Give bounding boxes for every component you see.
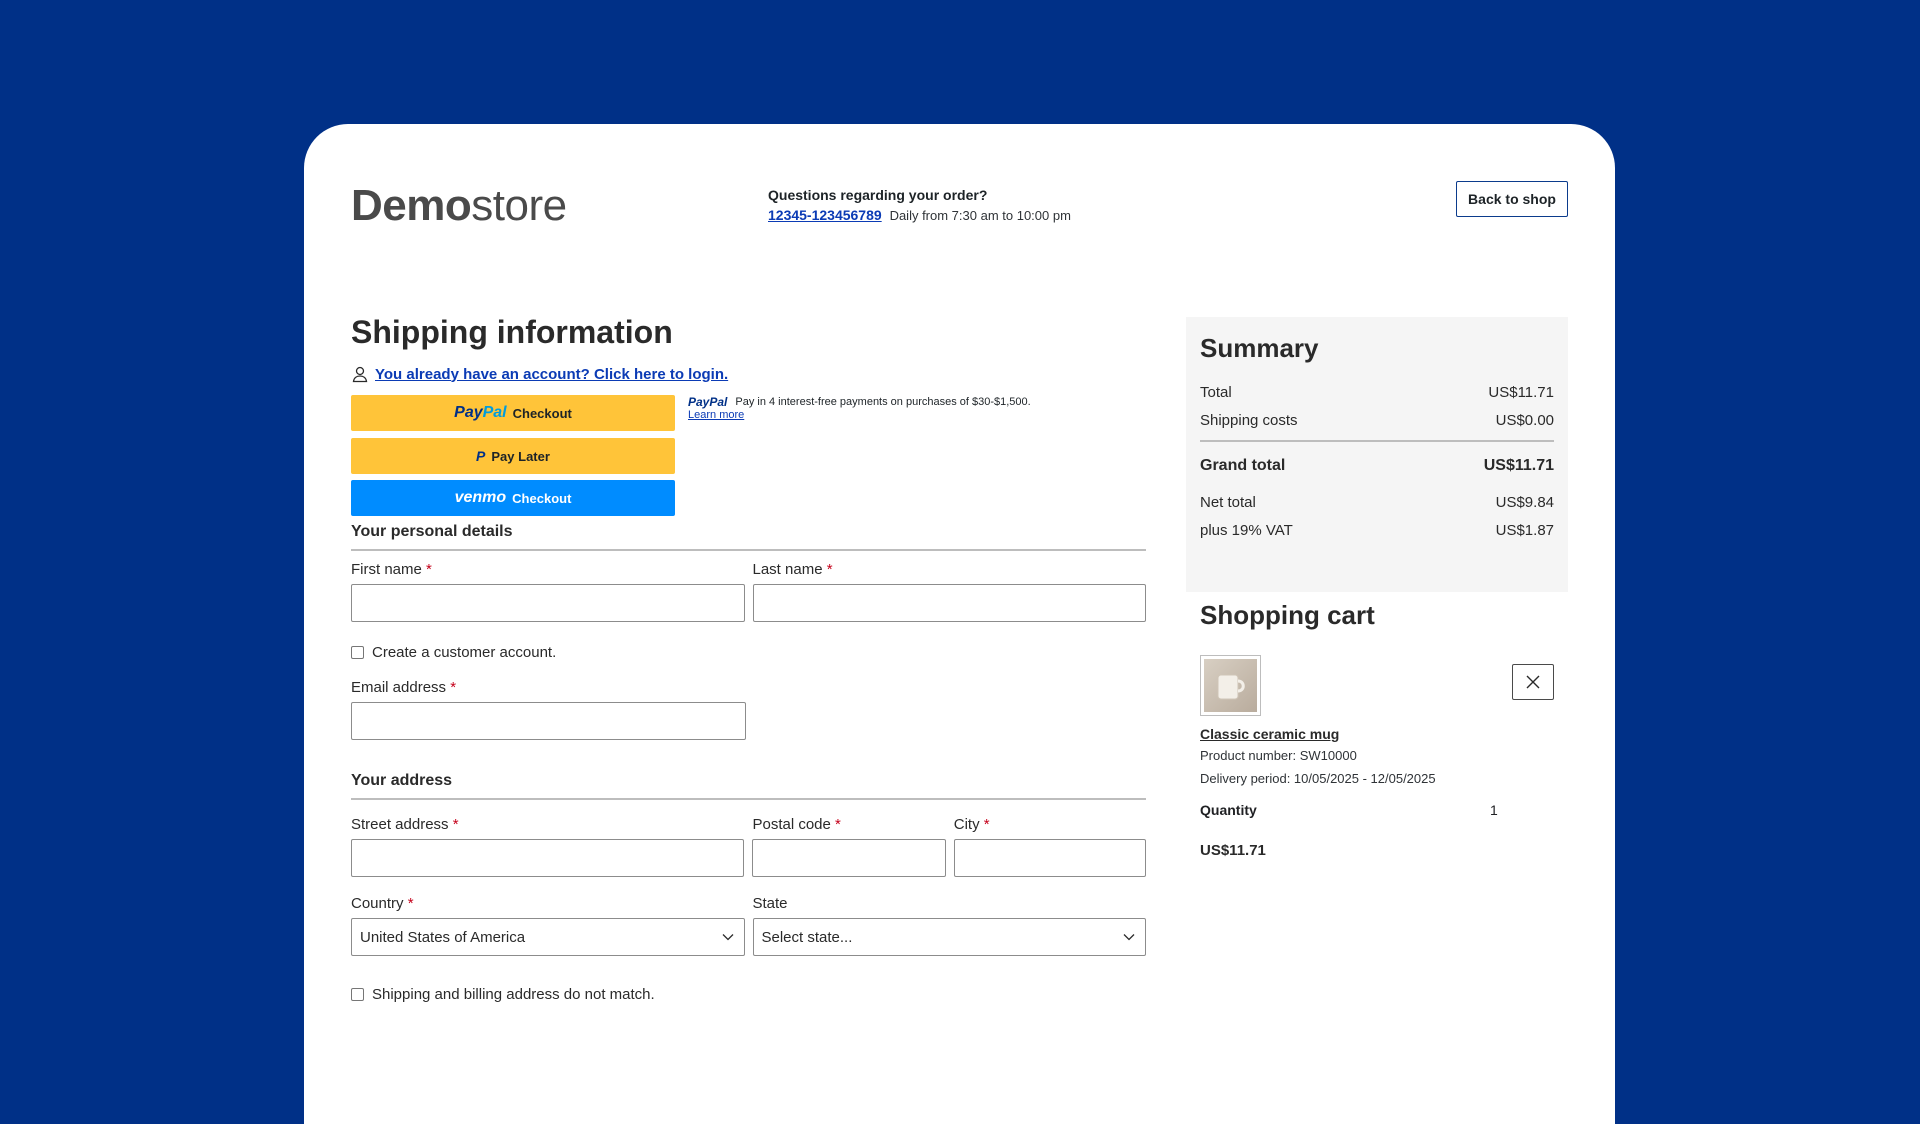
paypal-message-text: Pay in 4 interest-free payments on purch… <box>735 396 1031 408</box>
address-heading: Your address <box>351 772 1146 800</box>
summary-title: Summary <box>1200 333 1319 363</box>
login-line: You already have an account? Click here … <box>351 365 1146 383</box>
create-account-label: Create a customer account. <box>372 644 557 661</box>
logo-bold: Demo <box>351 181 472 230</box>
personal-details-heading: Your personal details <box>351 523 1146 551</box>
cart-title: Shopping cart <box>1200 600 1375 630</box>
summary-net-row: Net total US$9.84 <box>1200 493 1554 511</box>
summary-divider <box>1200 440 1554 442</box>
address-mismatch-checkbox[interactable] <box>351 988 364 1001</box>
item-price: US$11.71 <box>1200 842 1266 859</box>
city-input[interactable] <box>953 839 1146 877</box>
shopping-cart: Shopping cart Classic ceramic mug Produc… <box>1200 600 1554 859</box>
logo-light: store <box>471 181 567 230</box>
chevron-down-icon <box>722 934 733 941</box>
postal-label: Postal code * <box>752 816 841 833</box>
user-icon <box>352 366 368 383</box>
last-name-label: Last name * <box>752 561 833 578</box>
email-label: Email address * <box>351 679 457 696</box>
summary-shipping-row: Shipping costs US$0.00 <box>1200 411 1554 429</box>
state-value: Select state... <box>761 928 853 946</box>
country-label: Country * <box>351 895 414 912</box>
login-link[interactable]: You already have an account? Click here … <box>375 366 728 383</box>
paypal-mini-logo: PayPal <box>688 395 728 409</box>
venmo-logo: venmo <box>454 489 507 506</box>
shipping-form: Shipping information You already have an… <box>351 314 1146 1003</box>
help-info: Questions regarding your order? 12345-12… <box>768 187 1071 223</box>
chevron-down-icon <box>1123 934 1135 941</box>
remove-item-button[interactable] <box>1512 664 1554 700</box>
summary-vat-row: plus 19% VAT US$1.87 <box>1200 521 1554 539</box>
city-label: City * <box>953 816 990 833</box>
first-name-input[interactable] <box>351 584 745 622</box>
paypal-p-icon: P <box>476 448 486 464</box>
street-input[interactable] <box>351 839 745 877</box>
hours-text: Daily from 7:30 am to 10:00 pm <box>889 208 1071 223</box>
venmo-checkout-button[interactable]: venmo Checkout <box>351 480 675 516</box>
email-input[interactable] <box>351 702 746 740</box>
back-to-shop-button[interactable]: Back to shop <box>1456 181 1568 217</box>
create-account-checkbox[interactable] <box>351 646 364 659</box>
help-question: Questions regarding your order? <box>768 187 988 203</box>
product-number: Product number: SW10000 <box>1200 748 1357 763</box>
checkout-card: Demostore Questions regarding your order… <box>304 124 1615 1124</box>
express-payments: PayPal Checkout P Pay Later venmo Checko… <box>351 395 1146 517</box>
quantity-label: Quantity <box>1200 802 1257 818</box>
country-select[interactable]: United States of America <box>351 918 745 956</box>
store-logo[interactable]: Demostore <box>351 181 567 231</box>
state-label: State <box>752 895 788 912</box>
phone-link[interactable]: 12345-123456789 <box>768 207 882 223</box>
mug-image <box>1217 674 1245 699</box>
venmo-checkout-label: Checkout <box>512 490 572 506</box>
page-title: Shipping information <box>351 314 673 350</box>
learn-more-link[interactable]: Learn more <box>688 409 1031 421</box>
paypal-checkout-label: Checkout <box>512 405 572 421</box>
address-mismatch-label: Shipping and billing address do not matc… <box>372 986 655 1003</box>
summary-total-row: Total US$11.71 <box>1200 383 1554 401</box>
pay-later-label: Pay Later <box>491 448 550 464</box>
product-thumbnail[interactable] <box>1200 655 1261 716</box>
summary-grand-total-row: Grand total US$11.71 <box>1200 457 1554 474</box>
delivery-period: Delivery period: 10/05/2025 - 12/05/2025 <box>1200 771 1436 786</box>
paypal-checkout-button[interactable]: PayPal Checkout <box>351 395 675 431</box>
paypal-logo: PayPal <box>454 404 507 421</box>
paypal-pay-later-button[interactable]: P Pay Later <box>351 438 675 474</box>
first-name-label: First name * <box>351 561 432 578</box>
last-name-input[interactable] <box>752 584 1146 622</box>
country-value: United States of America <box>360 928 526 946</box>
close-icon <box>1526 675 1540 689</box>
order-summary: Summary Total US$11.71 Shipping costs US$0… <box>1186 317 1568 592</box>
product-name-link[interactable]: Classic ceramic mug <box>1200 726 1554 742</box>
street-label: Street address * <box>351 816 459 833</box>
quantity-row: Quantity 1 <box>1200 802 1554 818</box>
state-select[interactable]: Select state... <box>752 918 1146 956</box>
postal-input[interactable] <box>752 839 946 877</box>
paypal-message: PayPal Pay in 4 interest-free payments o… <box>688 395 1031 421</box>
header: Demostore Questions regarding your order… <box>351 181 1568 231</box>
quantity-value[interactable]: 1 <box>1490 802 1498 818</box>
